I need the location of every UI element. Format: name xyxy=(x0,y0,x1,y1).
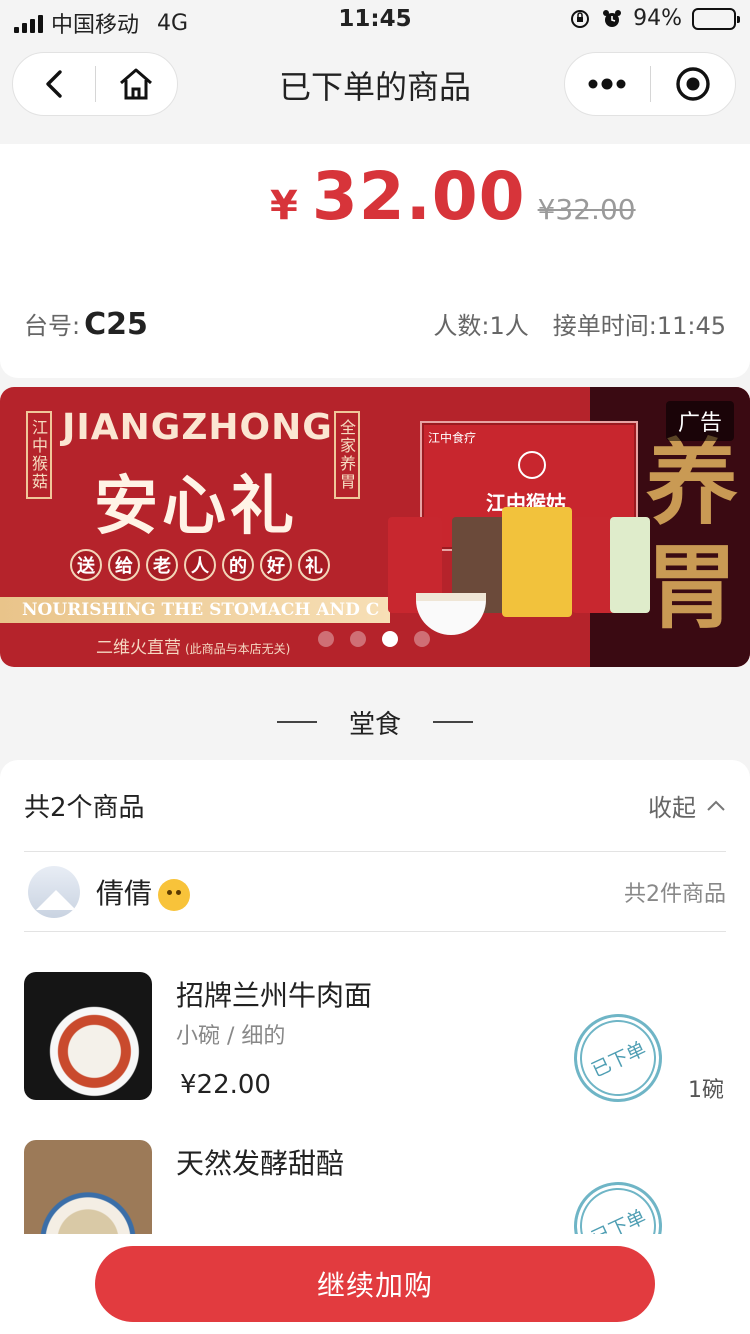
item-name: 天然发酵甜醅 xyxy=(176,1147,345,1180)
banner-gift-tagline: 送 给 老 人 的 好 礼 xyxy=(70,549,330,581)
list-item[interactable]: 招牌兰州牛肉面 小碗 / 细的 ¥22.00 已下单 1碗 xyxy=(24,972,726,1117)
product-pack-image xyxy=(610,517,650,613)
product-pack-image xyxy=(502,507,572,617)
record-icon xyxy=(676,67,710,101)
battery-percent: 94% xyxy=(633,6,682,31)
order-summary-card: ¥ 32.00 ¥32.00 台号: C25 人数:1人 接单时间:11:45 xyxy=(0,144,750,378)
status-right: 94% xyxy=(569,6,740,31)
table-label: 台号: xyxy=(24,312,81,340)
currency-symbol: ¥ xyxy=(270,183,298,229)
banner-headline: 安心礼 xyxy=(94,469,298,544)
price-row: ¥ 32.00 ¥32.00 xyxy=(270,158,636,235)
divider-line xyxy=(276,721,317,723)
banner-side-label-right: 全家养胃 xyxy=(334,411,360,499)
item-price: ¥22.00 xyxy=(180,1070,271,1100)
gift-char: 给 xyxy=(108,549,140,581)
beef-noodle-image xyxy=(24,972,152,1100)
total-amount: 32.00 xyxy=(311,158,526,235)
more-icon xyxy=(588,78,626,90)
banner-side-label-left: 江中猴菇 xyxy=(26,411,52,499)
item-name: 招牌兰州牛肉面 xyxy=(176,979,373,1012)
carousel-dot[interactable] xyxy=(350,631,366,647)
continue-ordering-button[interactable]: 继续加购 xyxy=(95,1246,655,1322)
gift-char: 好 xyxy=(260,549,292,581)
gift-char: 送 xyxy=(70,549,102,581)
items-header: 共2个商品 收起 xyxy=(24,760,726,852)
section-divider: 堂食 xyxy=(0,700,750,744)
nav-bar: 已下单的商品 xyxy=(0,40,750,132)
divider-line xyxy=(433,721,473,723)
gift-char: 人 xyxy=(184,549,216,581)
banner-side-big-text: 养胃 xyxy=(646,429,739,641)
chevron-up-icon xyxy=(707,800,725,811)
hugging-face-emoji-icon xyxy=(158,878,191,911)
user-item-count: 共2件商品 xyxy=(624,881,726,907)
collapse-label: 收起 xyxy=(648,794,696,822)
table-number: C25 xyxy=(84,307,148,342)
original-price: ¥32.00 xyxy=(537,193,636,226)
user-name-text: 倩倩 xyxy=(96,876,153,910)
nav-right-capsule xyxy=(564,52,736,116)
porridge-bowl-image xyxy=(416,593,486,635)
carousel-dot-active[interactable] xyxy=(382,631,398,647)
order-meta: 人数:1人 接单时间:11:45 xyxy=(433,306,726,341)
people-count: 人数:1人 xyxy=(433,312,529,340)
carousel-dots xyxy=(318,631,430,647)
gift-char: 老 xyxy=(146,549,178,581)
close-miniprogram-button[interactable] xyxy=(651,53,736,115)
box-logo: 江中食疗 xyxy=(428,431,477,445)
banner-store-note: (此商品与本店无关) xyxy=(185,642,291,656)
banner-store: 二维火直营 (此商品与本店无关) xyxy=(96,633,290,658)
banner-strip: NOURISHING THE STOMACH AND C xyxy=(0,597,390,623)
ordered-stamp: 已下单 xyxy=(559,999,677,1117)
ad-tag: 广告 xyxy=(665,401,734,441)
alarm-icon xyxy=(603,9,622,27)
order-time: 接单时间:11:45 xyxy=(552,312,726,340)
orientation-lock-icon xyxy=(571,9,590,28)
section-title: 堂食 xyxy=(348,709,401,740)
banner-store-name: 二维火直营 xyxy=(96,638,181,658)
item-qty: 1碗 xyxy=(688,1078,724,1103)
avatar xyxy=(28,865,80,918)
user-row: 倩倩 共2件商品 xyxy=(24,852,726,932)
gift-char: 礼 xyxy=(298,549,330,581)
order-info-row: 台号: C25 人数:1人 接单时间:11:45 xyxy=(24,306,726,342)
user-name: 倩倩 xyxy=(96,872,191,912)
carousel-dot[interactable] xyxy=(414,631,430,647)
battery-icon xyxy=(692,7,740,30)
carousel-dot[interactable] xyxy=(318,631,334,647)
items-count: 共2个商品 xyxy=(24,793,145,823)
item-spec: 小碗 / 细的 xyxy=(176,1024,286,1049)
box-seal-icon xyxy=(518,451,546,479)
more-button[interactable] xyxy=(565,53,650,115)
bottom-bar: 继续加购 xyxy=(0,1234,750,1334)
collapse-button[interactable]: 收起 xyxy=(648,788,726,823)
ad-banner[interactable]: 江中猴菇 全家养胃 JIANGZHONG 安心礼 送 给 老 人 的 好 礼 N… xyxy=(0,387,750,667)
status-bar: 中国移动 4G 11:45 94% xyxy=(0,0,750,40)
banner-brand-en: JIANGZHONG xyxy=(62,407,333,448)
gift-char: 的 xyxy=(222,549,254,581)
